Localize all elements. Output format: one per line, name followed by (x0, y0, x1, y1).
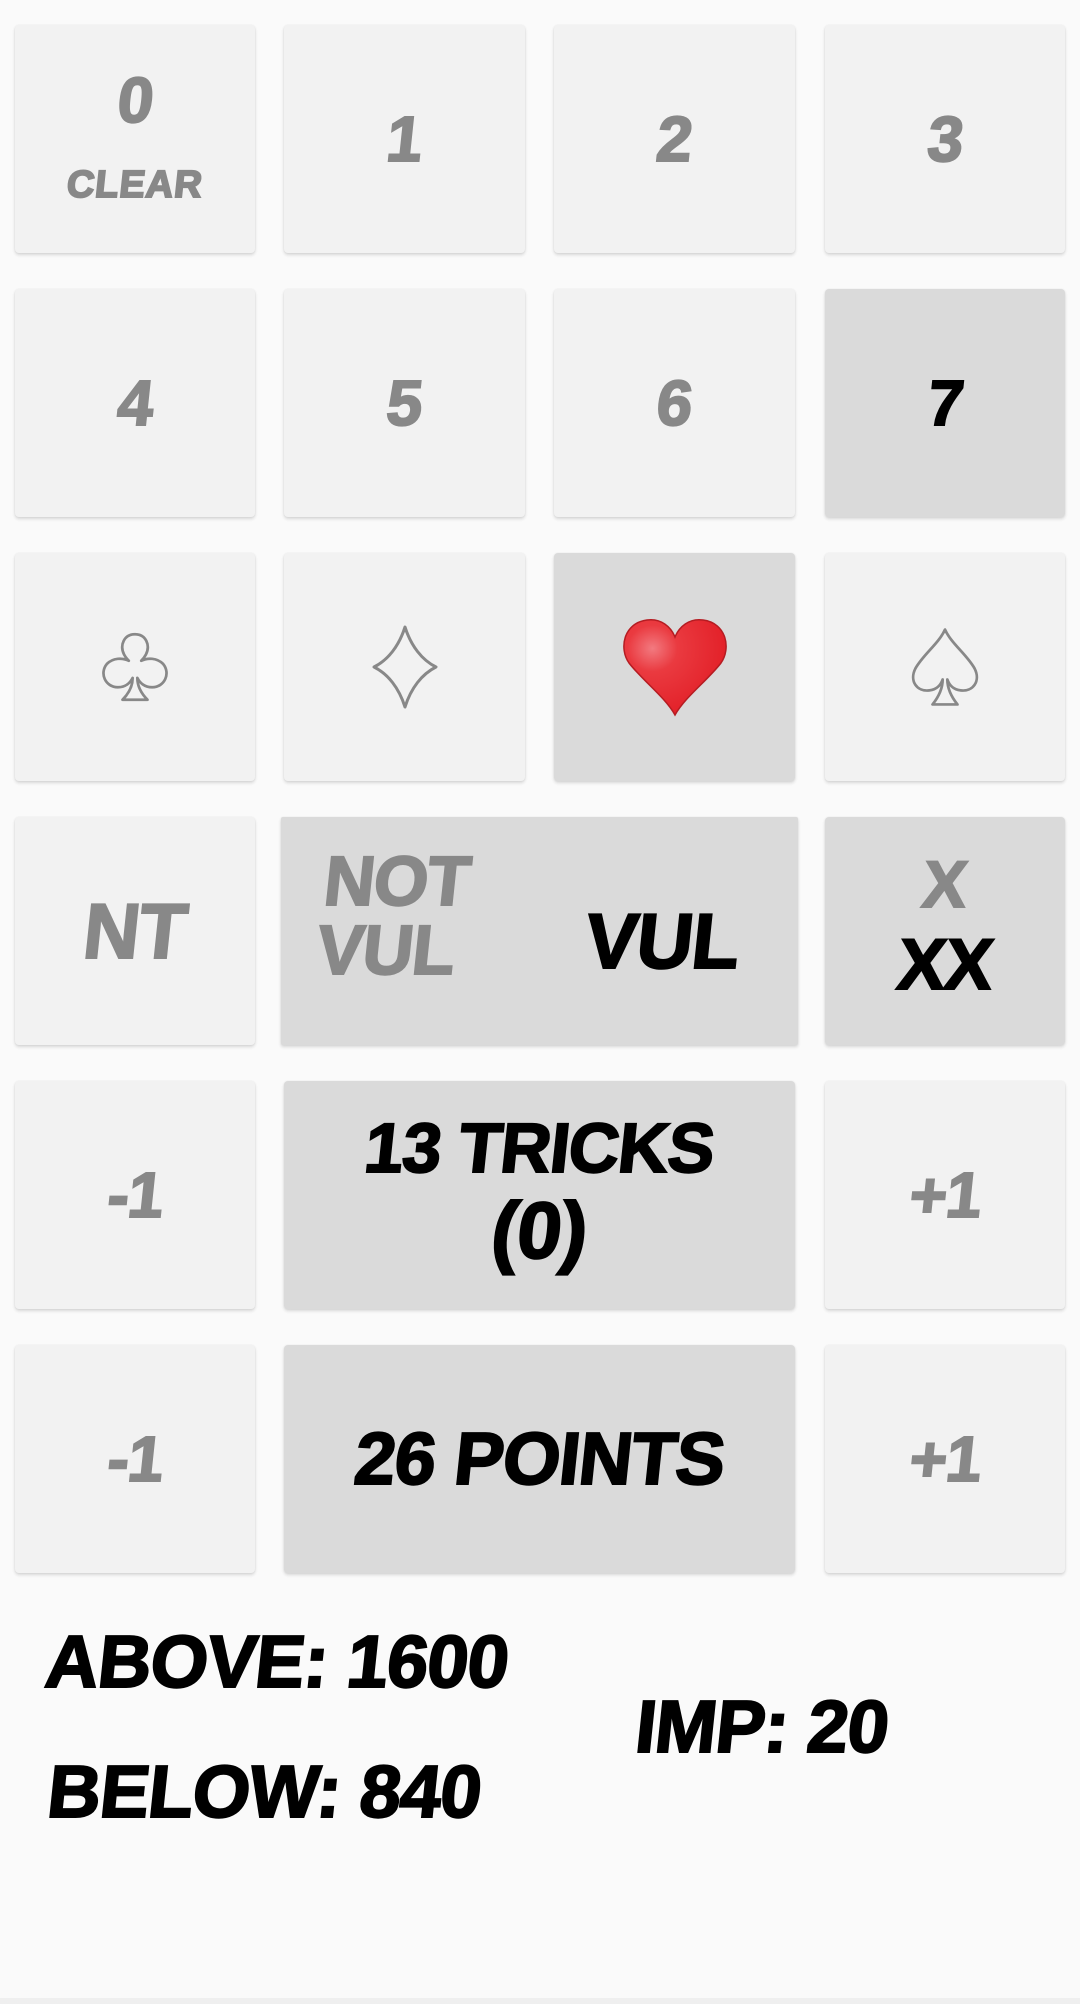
level-7-button[interactable]: 7 (825, 289, 1065, 517)
redouble-option[interactable]: XX (893, 924, 997, 1006)
tricks-decrement-button[interactable]: -1 (15, 1081, 255, 1309)
level-3-button[interactable]: 3 (825, 25, 1065, 253)
not-vulnerable-line2: VUL (312, 910, 459, 990)
points-decrement-button[interactable]: -1 (15, 1345, 255, 1573)
diamonds-button[interactable] (284, 553, 525, 781)
level-4-label: 4 (113, 366, 157, 440)
doubling-toggle[interactable]: X XX (825, 817, 1065, 1045)
level-0-label: 0 (113, 63, 157, 137)
tricks-content: 13 TRICKS (0) (360, 1108, 719, 1276)
level-5-button[interactable]: 5 (284, 289, 525, 517)
level-1-button[interactable]: 1 (284, 25, 525, 253)
club-icon (96, 628, 174, 706)
diamond-icon (370, 624, 440, 710)
hearts-button[interactable] (554, 553, 795, 781)
level-6-button[interactable]: 6 (554, 289, 795, 517)
points-display: 26 POINTS (284, 1345, 795, 1573)
points-decrement-label: -1 (103, 1422, 167, 1496)
level-3-label: 3 (923, 102, 967, 176)
imp-score: IMP: 20 (631, 1684, 894, 1769)
tricks-display: 13 TRICKS (0) (284, 1081, 795, 1309)
tricks-decrement-label: -1 (103, 1158, 167, 1232)
tricks-increment-button[interactable]: +1 (825, 1081, 1065, 1309)
spades-button[interactable] (825, 553, 1065, 781)
vulnerable-option[interactable]: VUL (580, 896, 744, 986)
level-2-button[interactable]: 2 (554, 25, 795, 253)
tricks-over-under: (0) (486, 1185, 592, 1276)
tricks-label: 13 TRICKS (360, 1108, 719, 1188)
level-6-label: 6 (652, 366, 696, 440)
vulnerability-options: NOT VUL VUL (281, 817, 798, 1045)
clear-label: CLEAR (64, 163, 206, 207)
notrump-button[interactable]: NT (15, 817, 255, 1045)
level-0-content: 0 CLEAR (64, 63, 206, 207)
clubs-button[interactable] (15, 553, 255, 781)
vulnerability-toggle[interactable]: NOT VUL VUL (281, 817, 798, 1045)
points-label: 26 POINTS (350, 1416, 730, 1501)
level-4-button[interactable]: 4 (15, 289, 255, 517)
level-7-label: 7 (923, 366, 967, 440)
bottom-edge (0, 1998, 1080, 2004)
notrump-label: NT (78, 886, 191, 976)
doubling-options: X XX (893, 846, 997, 1006)
heart-icon (621, 617, 729, 717)
below-score: BELOW: 840 (43, 1749, 486, 1834)
level-1-label: 1 (382, 102, 426, 176)
points-increment-button[interactable]: +1 (825, 1345, 1065, 1573)
above-score: ABOVE: 1600 (41, 1619, 514, 1704)
level-5-label: 5 (382, 366, 426, 440)
spade-icon (906, 626, 984, 708)
points-increment-label: +1 (905, 1422, 986, 1496)
double-option[interactable]: X (919, 846, 972, 922)
tricks-increment-label: +1 (905, 1158, 986, 1232)
level-0-clear-button[interactable]: 0 CLEAR (15, 25, 255, 253)
not-vulnerable-option[interactable]: NOT VUL (312, 841, 475, 990)
level-2-label: 2 (652, 102, 696, 176)
not-vulnerable-line1: NOT (320, 841, 475, 921)
